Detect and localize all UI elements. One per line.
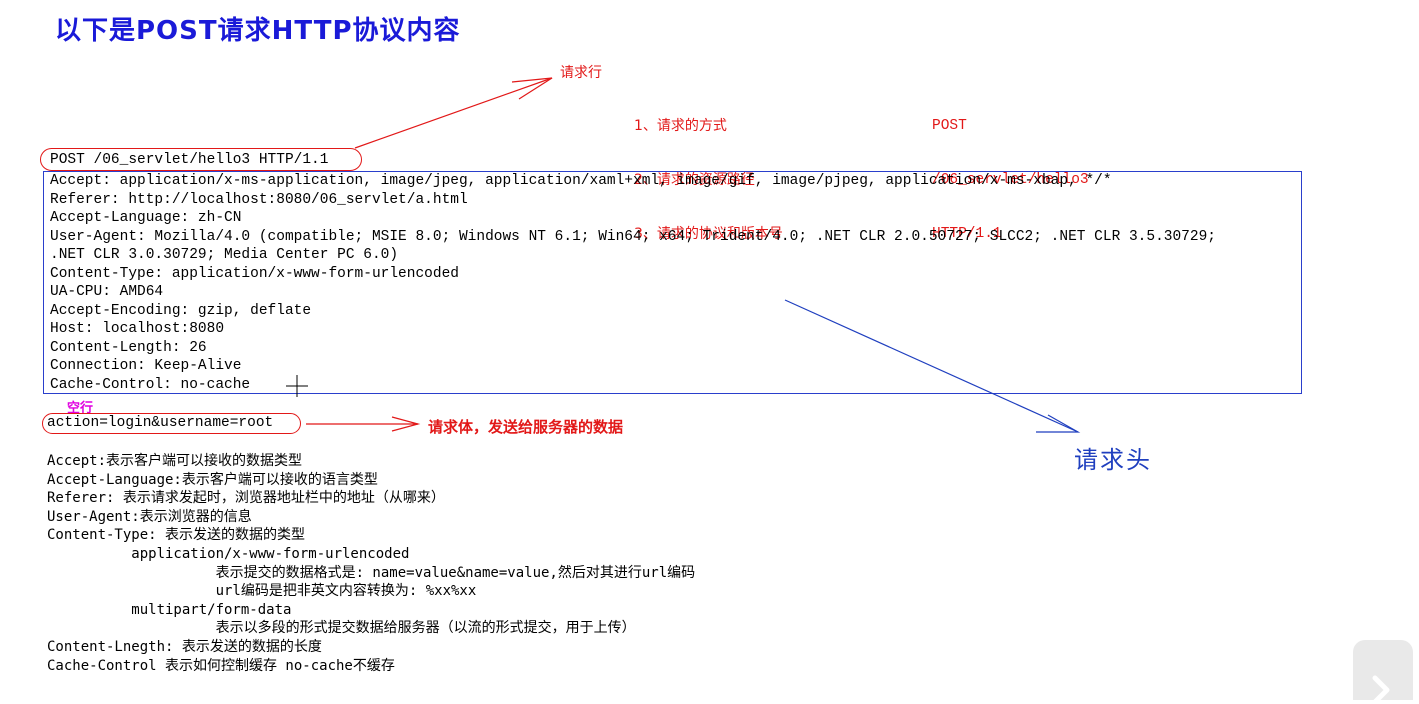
request-headers-arrow [784, 299, 1079, 433]
request-line-arrowhead [511, 77, 553, 100]
play-button[interactable] [1353, 640, 1413, 704]
annotation-arrows [286, 77, 1081, 433]
request-line-arrow [354, 77, 553, 149]
play-icon [1372, 675, 1390, 704]
crosshair-cursor-icon [286, 375, 308, 397]
